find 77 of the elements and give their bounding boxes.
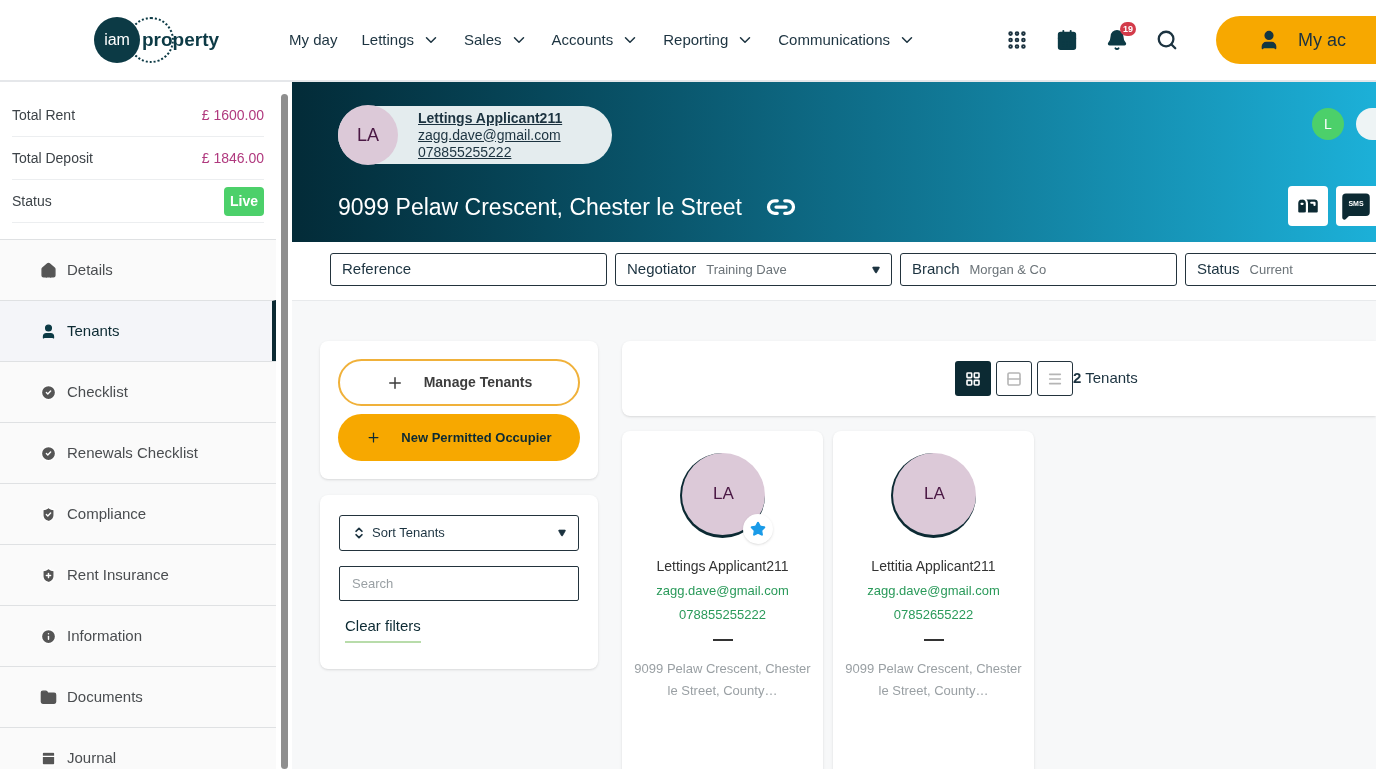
sidebar-item-icon (40, 444, 57, 462)
nav-menu-item[interactable]: Accounts (551, 28, 640, 52)
tenant-phone: 078855255222 (679, 605, 766, 624)
sidebar-nav-item[interactable]: Compliance (0, 483, 276, 544)
sidebar-nav-item[interactable]: Checklist (0, 361, 276, 422)
sidebar-item-icon (40, 749, 57, 767)
sidebar-item-icon (40, 322, 57, 340)
sidebar-nav-item[interactable]: Documents (0, 666, 276, 727)
contact-avatar: LA (338, 105, 398, 165)
negotiator-select[interactable]: Negotiator Training Dave (615, 253, 892, 286)
tenant-name: Lettitia Applicant211 (871, 557, 996, 576)
my-account-button[interactable]: My ac (1216, 16, 1376, 64)
apps-grid-icon[interactable] (1006, 29, 1028, 51)
summary-label: Status (12, 191, 52, 211)
status-badge: Live (224, 186, 264, 216)
text-field[interactable]: Branch Morgan & Co (900, 253, 1177, 286)
sidebar-item-icon (40, 688, 57, 706)
nav-menu-item[interactable]: My day (289, 28, 338, 52)
tenant-email: zagg.dave@gmail.com (867, 582, 1000, 600)
tenant-card[interactable]: LA Lettitia Applicant211 zagg.dave@gmail.com 07852655222 9099 Pelaw Crescent, Chester le Street, County… (833, 431, 1034, 769)
dropdown-caret-icon (558, 529, 566, 537)
nav-menu-item[interactable]: Lettings (361, 28, 440, 52)
summary-label: Total Rent (12, 105, 76, 125)
text-field[interactable]: Reference (330, 253, 607, 286)
nav-menu-item[interactable]: Sales (464, 28, 528, 52)
manage-tenants-button[interactable]: Manage Tenants (338, 359, 580, 406)
sidebar-nav-item[interactable]: Tenants (0, 300, 276, 361)
view-mode-button[interactable] (996, 361, 1032, 396)
sidebar-item-icon (40, 505, 57, 523)
tenant-name: Lettings Applicant211 (656, 557, 789, 576)
sidebar-nav-item[interactable]: Renewals Checklist (0, 422, 276, 483)
nav-menu-item[interactable]: Reporting (663, 28, 755, 52)
sidebar-item-icon (40, 383, 57, 401)
tenant-email: zagg.dave@gmail.com (656, 582, 789, 600)
property-address: 9099 Pelaw Crescent, Chester le Street (338, 192, 742, 222)
contact-chip[interactable]: LA Lettings Applicant211 zagg.dave@gmail.com 078855255222 (338, 106, 613, 164)
contact-phone-link[interactable]: 078855255222 (418, 143, 563, 161)
new-occupier-button[interactable]: New Permitted Occupier (338, 414, 580, 461)
sort-icon (352, 526, 366, 540)
sort-select[interactable]: Sort Tenants (339, 515, 579, 551)
sidebar-item-icon (40, 627, 57, 645)
chat-bubble-icon (1341, 191, 1371, 221)
tenant-address: 9099 Pelaw Crescent, Chester le Street, County… (633, 659, 812, 700)
mailbox-button[interactable] (1288, 186, 1328, 226)
view-mode-button[interactable] (1037, 361, 1073, 396)
sidebar-item-icon (40, 261, 57, 279)
summary-label: Total Deposit (12, 148, 93, 168)
view-mode-icon (1006, 370, 1022, 387)
summary-amount: £ 1600.00 (201, 105, 264, 125)
tenant-card[interactable]: LA Lettings Applicant211 zagg.dave@gmail.com 078855255222 9099 Pelaw Crescent, Chester le Street, County… (622, 431, 823, 769)
calendar-icon[interactable] (1056, 29, 1078, 51)
sidebar-item-icon (40, 566, 57, 584)
sidebar-nav-item[interactable]: Journal (0, 727, 276, 769)
nav-menu-item[interactable]: Communications (778, 28, 916, 52)
clear-filters-link[interactable]: Clear filters (345, 615, 421, 643)
view-mode-button[interactable] (955, 361, 991, 396)
plus-icon (366, 430, 382, 445)
sidebar-nav-item[interactable]: Information (0, 605, 276, 666)
search-field[interactable]: Search (339, 566, 579, 601)
tenant-address: 9099 Pelaw Crescent, Chester le Street, County… (844, 659, 1023, 700)
dropdown-caret-icon (872, 265, 880, 274)
view-mode-icon (965, 370, 981, 387)
star-icon (750, 521, 766, 537)
scrollbar-thumb[interactable] (280, 94, 288, 769)
tenant-avatar: LA (680, 453, 765, 538)
company-logo[interactable]: iam property (94, 16, 220, 64)
tenant-count: 2 Tenants (1073, 368, 1138, 389)
sidebar-nav-item[interactable]: Rent Insurance (0, 544, 276, 605)
text-field[interactable]: Status Current (1185, 253, 1376, 286)
summary-amount: £ 1846.00 (201, 148, 264, 168)
tenant-phone: 07852655222 (893, 605, 974, 624)
sidebar-nav-item[interactable]: Details (0, 239, 276, 300)
tenant-avatar: LA (891, 453, 976, 538)
notification-count-badge: 19 (1120, 22, 1136, 36)
search-icon[interactable] (1156, 29, 1178, 51)
contact-email-link[interactable]: zagg.dave@gmail.com (418, 126, 563, 144)
contact-name-link[interactable]: Lettings Applicant211 (418, 109, 563, 127)
